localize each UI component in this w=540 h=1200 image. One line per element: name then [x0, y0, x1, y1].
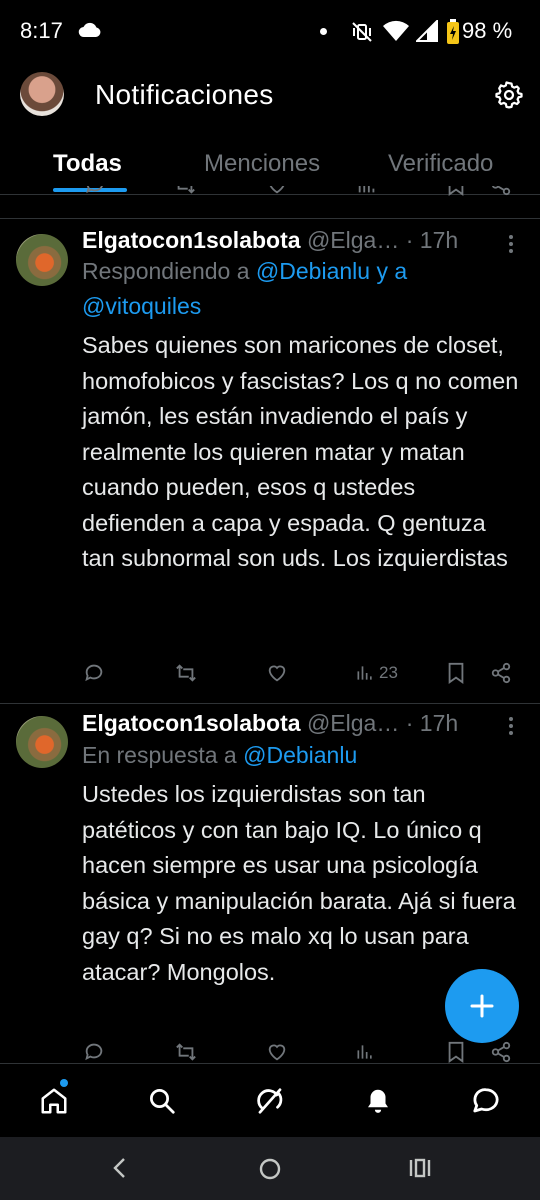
share-icon [491, 1041, 511, 1063]
page-title: Notificaciones [95, 79, 274, 110]
reply-prefix: Respondiendo a [82, 258, 256, 284]
status-time: 8:17 [20, 18, 63, 43]
reply-icon [85, 664, 103, 682]
retweet-button[interactable] [174, 662, 198, 684]
views-button[interactable]: 23 [355, 662, 398, 684]
reply-button[interactable] [83, 1041, 105, 1063]
tweet-actions [0, 1041, 540, 1063]
share-button[interactable] [490, 662, 512, 684]
bookmark-icon [448, 1041, 464, 1063]
cloud-icon [78, 22, 102, 43]
retweet-icon[interactable] [174, 186, 196, 201]
retweet-icon [176, 1043, 196, 1061]
author-avatar[interactable] [16, 234, 68, 286]
author-handle[interactable]: @Elga… [307, 227, 399, 253]
home-icon[interactable] [39, 1086, 69, 1121]
reply-mentions[interactable]: @Debianlu [243, 742, 357, 768]
heart-icon[interactable] [266, 186, 288, 201]
tab-todas[interactable]: Todas [53, 150, 122, 178]
compose-button[interactable] [445, 969, 519, 1043]
tweet-time: 17h [419, 710, 459, 736]
bell-icon[interactable] [363, 1086, 393, 1121]
author-name[interactable]: Elgatocon1solabota [82, 227, 301, 253]
battery-icon [446, 19, 460, 50]
like-button[interactable] [266, 1041, 288, 1063]
header-separator: · [399, 227, 420, 253]
retweet-icon [176, 664, 196, 682]
home-circle-icon[interactable] [258, 1157, 282, 1186]
messages-icon[interactable] [471, 1086, 501, 1121]
profile-avatar[interactable] [20, 72, 64, 116]
plus-icon [470, 994, 494, 1018]
header-separator: · [399, 710, 420, 736]
bookmark-icon[interactable] [446, 186, 466, 201]
bookmark-button[interactable] [446, 1041, 466, 1063]
tweet-header: Elgatocon1solabota @Elga… · 17h [82, 710, 458, 737]
views-count: 23 [379, 663, 398, 682]
reply-icon [85, 1043, 103, 1061]
bookmark-icon [448, 662, 464, 684]
top-header: Notificaciones [0, 62, 540, 132]
reply-button[interactable] [83, 662, 105, 684]
bookmark-button[interactable] [446, 662, 466, 684]
heart-icon [268, 665, 286, 682]
tweet-time: 17h [419, 227, 459, 253]
tweet-text: Sabes quienes son maricones de closet, h… [82, 332, 519, 571]
heart-icon [268, 1044, 286, 1061]
retweet-button[interactable] [174, 1041, 198, 1063]
gear-icon[interactable] [494, 80, 524, 115]
tab-menciones[interactable]: Menciones [204, 150, 320, 178]
signal-icon [414, 18, 438, 47]
back-icon[interactable] [110, 1157, 130, 1184]
tweet-item[interactable]: Elgatocon1solabota @Elga… · 17h Respondi… [0, 219, 540, 704]
reply-context: Respondiendo a @Debianlu y a @vitoquiles [82, 254, 512, 324]
search-icon[interactable] [147, 1086, 177, 1121]
recents-icon[interactable] [408, 1157, 432, 1184]
share-button[interactable] [490, 1041, 512, 1063]
like-button[interactable] [266, 662, 288, 684]
views-icon[interactable] [356, 186, 378, 201]
share-icon[interactable] [490, 186, 512, 201]
reply-icon[interactable] [84, 186, 106, 201]
system-navigation-bar [0, 1137, 540, 1200]
previous-tweet-actions [0, 186, 540, 219]
tweet-text: Ustedes los izquierdistas son tan patéti… [82, 781, 516, 985]
bottom-navigation [0, 1063, 540, 1138]
home-unread-dot [60, 1079, 68, 1087]
reply-prefix: En respuesta a [82, 742, 244, 768]
grok-icon[interactable] [255, 1086, 285, 1121]
share-icon [491, 662, 511, 684]
status-bar: 8:17 98 % [0, 0, 540, 62]
views-button[interactable] [355, 1041, 379, 1063]
reply-context: En respuesta a @Debianlu [82, 738, 512, 773]
views-icon [357, 666, 372, 680]
tab-verificado[interactable]: Verificado [388, 150, 493, 178]
author-avatar[interactable] [16, 716, 68, 768]
vibrate-off-icon [350, 20, 374, 49]
notification-dot-icon [320, 28, 327, 35]
author-handle[interactable]: @Elga… [307, 710, 399, 736]
wifi-icon [382, 20, 410, 47]
author-name[interactable]: Elgatocon1solabota [82, 710, 301, 736]
tweet-actions: 23 [0, 662, 540, 696]
battery-percent: 98 % [462, 18, 513, 43]
views-icon [357, 1045, 372, 1059]
tweet-header: Elgatocon1solabota @Elga… · 17h [82, 227, 458, 254]
